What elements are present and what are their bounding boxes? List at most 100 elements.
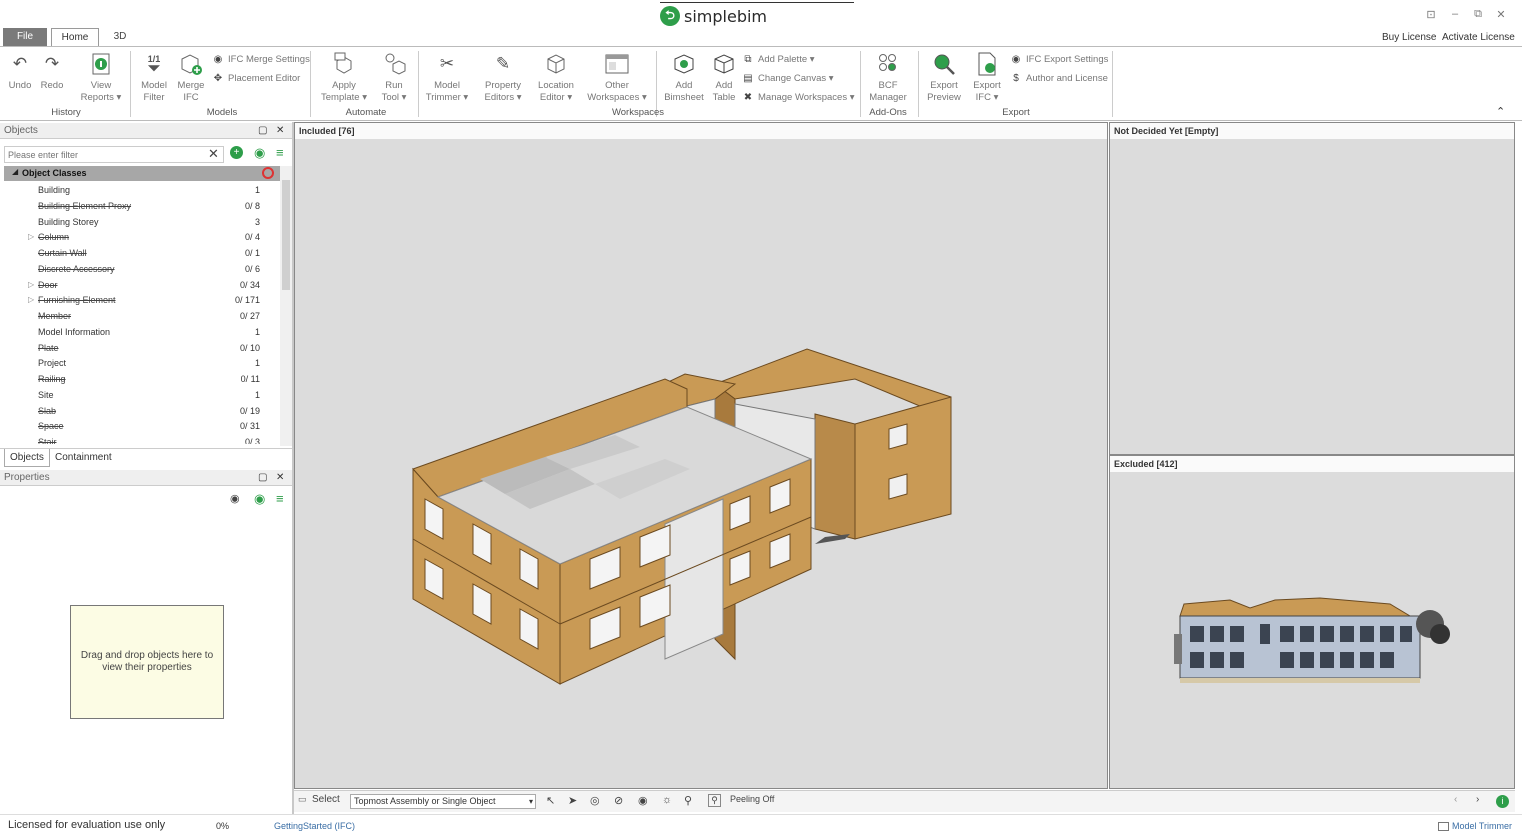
isolate-icon[interactable]: ◉ — [638, 794, 648, 807]
model-trimmer-button[interactable]: ✂ Model Trimmer ▾ — [424, 51, 470, 104]
pointer-icon[interactable]: ➤ — [568, 794, 577, 807]
tree-row[interactable]: Curtain Wall 0/ 1 — [0, 245, 280, 261]
tab-home[interactable]: Home — [51, 28, 99, 47]
peeling-icon[interactable]: ⚲ — [708, 794, 721, 807]
info-icon[interactable]: i — [1496, 795, 1509, 808]
tree-row[interactable]: ▷ Door 0/ 34 — [0, 277, 280, 293]
apply-template-button[interactable]: Apply Template ▾ — [318, 51, 370, 104]
export-ifc-label-2: IFC ▾ — [975, 92, 999, 103]
view-reports-button[interactable]: View Reports ▾ — [78, 51, 124, 104]
tree-row[interactable]: Discrete Accessory 0/ 6 — [0, 261, 280, 277]
tree-row[interactable]: Building 1 — [0, 182, 280, 198]
target-icon[interactable]: ◉ — [254, 145, 265, 161]
tree-row[interactable]: Model Information 1 — [0, 324, 280, 340]
model-filter-button[interactable]: 1/1 ⏷ Model Filter — [136, 51, 172, 104]
bcf-manager-button[interactable]: BCF Manager — [866, 51, 910, 104]
buy-license-link[interactable]: Buy License — [1382, 32, 1436, 43]
property-editors-button[interactable]: ✎ Property Editors ▾ — [480, 51, 526, 104]
tab-objects[interactable]: Objects — [4, 449, 50, 467]
object-filter-input[interactable] — [4, 146, 224, 163]
document-name[interactable]: GettingStarted (IFC) — [274, 821, 355, 831]
tree-row[interactable]: Space 0/ 31 — [0, 418, 280, 434]
tree-row[interactable]: ▷ Furnishing Element 0/ 171 — [0, 292, 280, 308]
light-icon[interactable]: ☼ — [662, 794, 672, 806]
close-icon[interactable]: ✕ — [1492, 8, 1510, 21]
not-decided-viewport[interactable]: Not Decided Yet [Empty] — [1109, 122, 1515, 455]
magnifier-icon — [931, 51, 957, 77]
expand-arrow-icon[interactable]: ▷ — [28, 229, 34, 245]
add-filter-icon[interactable]: + — [230, 146, 243, 159]
tree-row[interactable]: Site 1 — [0, 387, 280, 403]
tree-row[interactable]: Building Storey 3 — [0, 214, 280, 230]
zoom-icon[interactable]: ⚲ — [684, 794, 692, 807]
undo-button[interactable]: ↶ Undo — [6, 51, 34, 92]
clear-filter-icon[interactable]: ✕ — [208, 146, 219, 162]
minimize-icon[interactable]: – — [1446, 8, 1464, 20]
redo-button[interactable]: ↷ Redo — [38, 51, 66, 92]
prev-icon[interactable]: ‹ — [1454, 794, 1457, 805]
change-canvas-button[interactable]: ▤ Change Canvas ▾ — [742, 72, 833, 84]
tab-file[interactable]: File — [3, 28, 47, 46]
run-tool-button[interactable]: Run Tool ▾ — [376, 51, 412, 104]
show-icon[interactable]: ◎ — [590, 794, 600, 807]
tree-row[interactable]: Railing 0/ 11 — [0, 371, 280, 387]
restore-layout-icon[interactable]: ⊡ — [1422, 8, 1440, 21]
select-arrow-icon[interactable]: ↖ — [546, 794, 555, 807]
float-panel-icon[interactable]: ▢ — [258, 123, 267, 139]
ifc-export-settings-button[interactable]: ◉ IFC Export Settings — [1010, 53, 1109, 65]
expand-arrow-icon[interactable]: ▷ — [28, 292, 34, 308]
other-workspaces-button[interactable]: Other Workspaces ▾ — [586, 51, 648, 104]
building-model-3d[interactable] — [295, 139, 1107, 789]
run-tool-icon — [381, 51, 407, 77]
scrollbar-thumb[interactable] — [282, 180, 290, 290]
maximize-icon[interactable]: ⧉ — [1469, 8, 1487, 21]
location-editor-button[interactable]: Location Editor ▾ — [534, 51, 578, 104]
tree-row[interactable]: Slab 0/ 19 — [0, 403, 280, 419]
peeling-label[interactable]: Peeling Off — [730, 794, 774, 804]
excluded-model-3d[interactable] — [1170, 594, 1460, 689]
tab-containment[interactable]: Containment — [50, 449, 117, 467]
select-label[interactable]: Select — [312, 794, 340, 805]
tree-row[interactable]: Plate 0/ 10 — [0, 340, 280, 356]
collapse-ribbon-icon[interactable]: ⌃ — [1496, 105, 1505, 118]
merge-ifc-button[interactable]: Merge IFC — [174, 51, 208, 104]
placement-editor-button[interactable]: ✥ Placement Editor — [212, 72, 301, 84]
selection-mode-dropdown[interactable]: Topmost Assembly or Single Object ▾ — [350, 794, 536, 809]
author-license-button[interactable]: $ Author and License — [1010, 72, 1108, 84]
redo-label: Redo — [40, 80, 64, 91]
expand-arrow-icon[interactable]: ▷ — [28, 277, 34, 293]
add-palette-button[interactable]: ⧉ Add Palette ▾ — [742, 53, 814, 65]
object-tree: Building 1 Building Element Proxy 0/ 8 Build… — [0, 166, 280, 444]
included-viewport[interactable]: Included [76] — [294, 122, 1108, 789]
eye-icon[interactable]: ◉ — [230, 492, 240, 505]
export-ifc-button[interactable]: Export IFC ▾ — [968, 51, 1006, 104]
group-workspaces-label: Workspaces — [611, 107, 665, 118]
next-icon[interactable]: › — [1476, 794, 1479, 805]
tree-row[interactable]: Stair 0/ 3 — [0, 434, 280, 444]
export-preview-button[interactable]: Export Preview — [924, 51, 964, 104]
list-icon[interactable]: ≡ — [276, 145, 284, 160]
properties-drop-zone[interactable]: Drag and drop objects here to view their… — [70, 605, 224, 719]
tab-3d[interactable]: 3D — [105, 28, 135, 46]
tree-row[interactable]: ▷ Column 0/ 4 — [0, 229, 280, 245]
tree-row[interactable]: Project 1 — [0, 355, 280, 371]
ifc-merge-settings-button[interactable]: ◉ IFC Merge Settings — [212, 53, 310, 65]
hide-icon[interactable]: ⊘ — [614, 794, 623, 807]
list-icon[interactable]: ≡ — [276, 491, 284, 506]
excluded-viewport[interactable]: Excluded [412] — [1109, 455, 1515, 789]
manage-workspaces-button[interactable]: ✖ Manage Workspaces ▾ — [742, 91, 855, 103]
activate-license-link[interactable]: Activate License — [1442, 32, 1515, 43]
object-tree-scrollbar[interactable] — [280, 166, 292, 446]
title-divider — [660, 2, 854, 3]
settings-radio-icon: ◉ — [213, 53, 223, 65]
target-icon[interactable]: ◉ — [254, 491, 265, 507]
tree-row[interactable]: Building Element Proxy 0/ 8 — [0, 198, 280, 214]
float-panel-icon[interactable]: ▢ — [258, 470, 267, 486]
close-panel-icon[interactable]: ✕ — [276, 123, 284, 139]
select-toggle-icon[interactable]: ▭ — [298, 794, 307, 805]
workspace-name[interactable]: Model Trimmer — [1452, 821, 1512, 831]
close-panel-icon[interactable]: ✕ — [276, 470, 284, 486]
tree-row[interactable]: Member 0/ 27 — [0, 308, 280, 324]
add-bimsheet-button[interactable]: Add Bimsheet — [662, 51, 706, 104]
add-table-button[interactable]: Add Table — [708, 51, 740, 104]
